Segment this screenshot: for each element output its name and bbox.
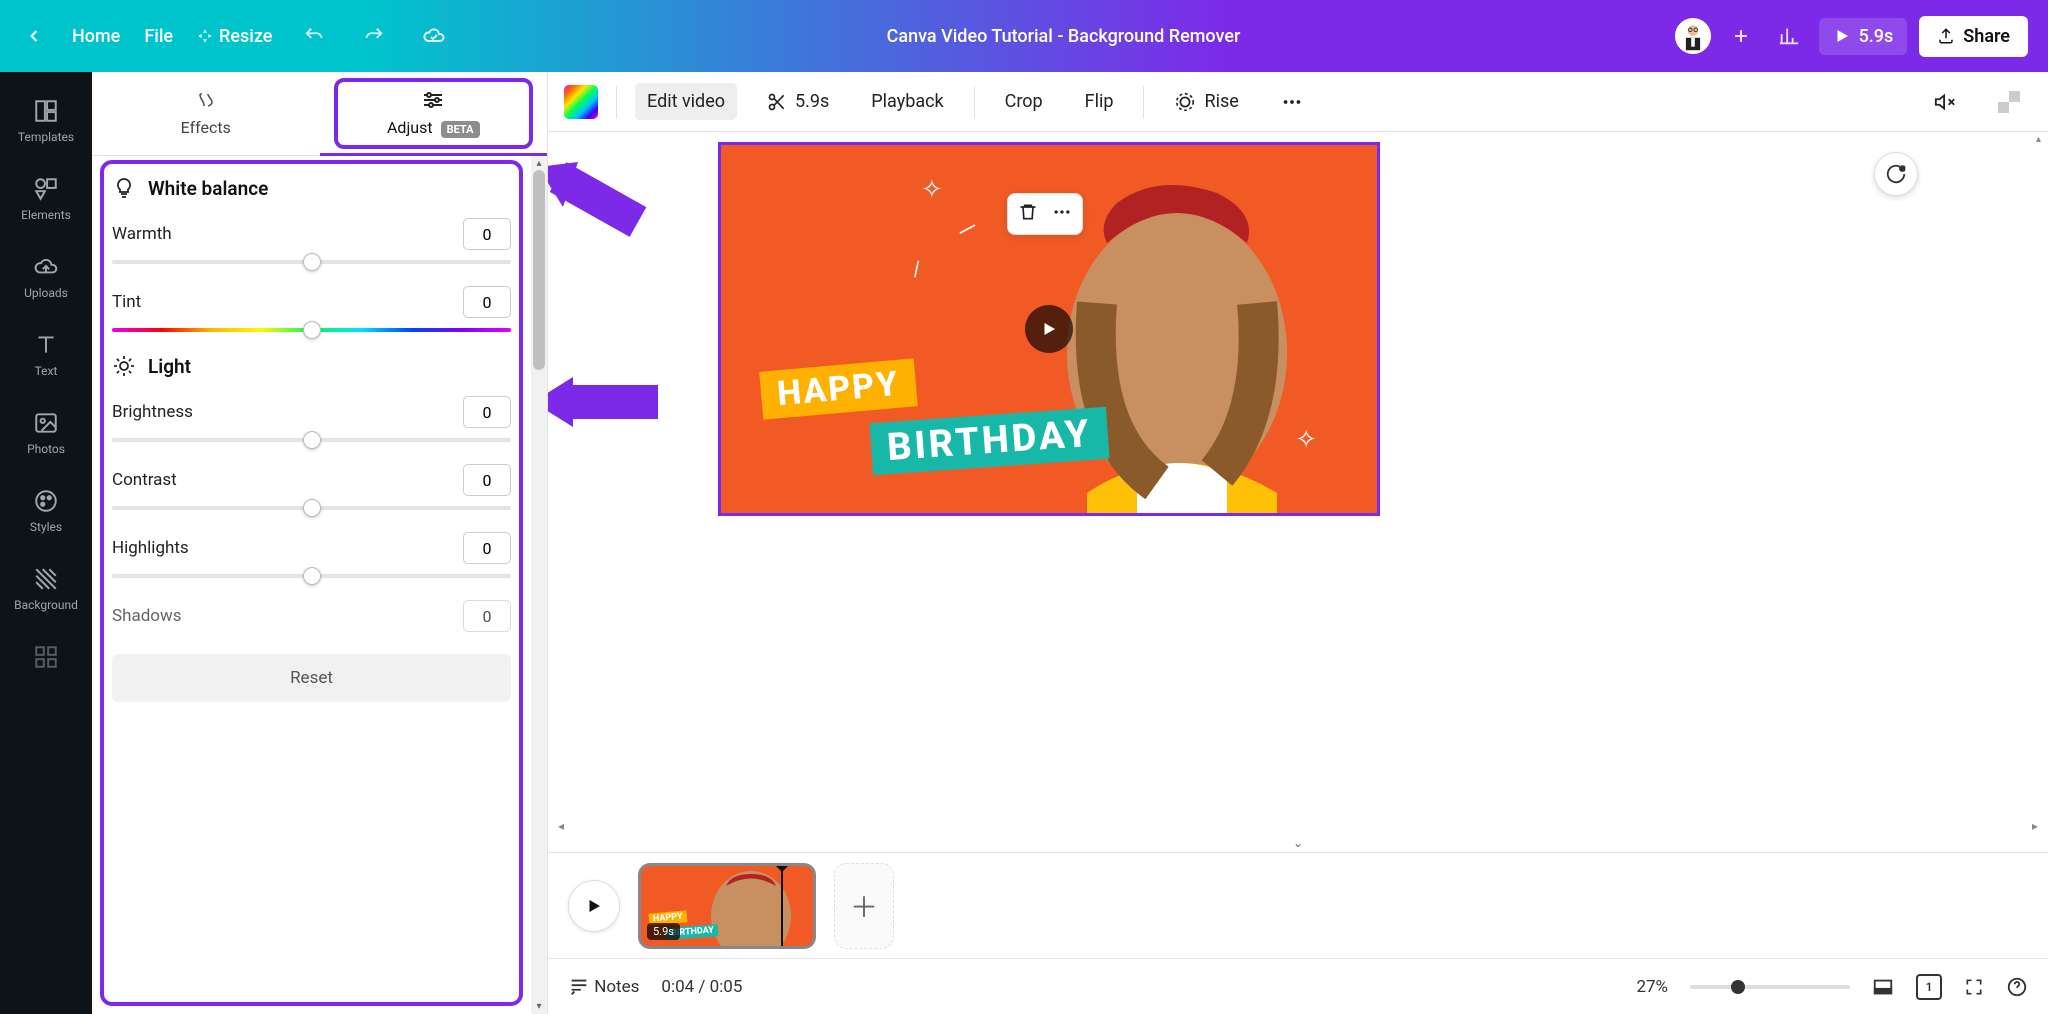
file-menu[interactable]: File xyxy=(144,26,173,47)
transparency-icon[interactable] xyxy=(1986,83,2032,121)
scroll-left-icon[interactable]: ◂ xyxy=(558,819,564,833)
top-menu-bar: Home File Resize Canva Video Tutorial - … xyxy=(0,0,2048,72)
nav-text[interactable]: Text xyxy=(0,318,92,392)
document-title[interactable]: Canva Video Tutorial - Background Remove… xyxy=(452,26,1674,47)
resize-menu[interactable]: Resize xyxy=(197,26,272,47)
panel-scrollbar[interactable]: ▴ ▾ xyxy=(531,156,547,1014)
edit-video-button[interactable]: Edit video xyxy=(635,83,737,120)
contrast-slider[interactable]: Contrast 0 xyxy=(112,464,511,510)
shadows-slider[interactable]: Shadows 0 xyxy=(112,600,511,632)
tint-slider[interactable]: Tint 0 xyxy=(112,286,511,332)
nav-uploads[interactable]: Uploads xyxy=(0,240,92,314)
grid-view-icon[interactable] xyxy=(1872,976,1894,998)
nav-styles[interactable]: Styles xyxy=(0,474,92,548)
beta-badge: BETA xyxy=(441,121,480,138)
home-menu[interactable]: Home xyxy=(72,26,120,47)
white-balance-header: White balance xyxy=(112,176,511,200)
status-bar: Notes 0:04 / 0:05 27% 1 xyxy=(548,958,2048,1014)
text-happy[interactable]: HAPPY xyxy=(759,358,917,419)
help-icon[interactable] xyxy=(2006,976,2028,998)
canvas-viewport[interactable]: ✧ ⁄ ⁄ ✧ ⁄ HAPPY BIRTHDAY xyxy=(548,132,2048,816)
reset-button[interactable]: Reset xyxy=(112,654,511,702)
playback-button[interactable]: Playback xyxy=(859,83,955,120)
svg-text:+: + xyxy=(1900,165,1905,175)
scissors-duration[interactable]: 5.9s xyxy=(755,83,841,120)
cloud-sync-icon[interactable] xyxy=(416,18,452,54)
adjust-panel: Effects Adjust BETA White balance Warmth xyxy=(92,72,548,1014)
back-arrow-icon[interactable] xyxy=(20,22,48,50)
user-avatar[interactable] xyxy=(1675,18,1711,54)
fullscreen-icon[interactable] xyxy=(1964,977,1984,997)
nav-background[interactable]: Background xyxy=(0,552,92,626)
flip-button[interactable]: Flip xyxy=(1073,83,1126,120)
shadows-value[interactable]: 0 xyxy=(463,600,511,632)
clip-duration-badge: 5.9s xyxy=(647,923,680,940)
add-page-button[interactable]: ＋ xyxy=(834,863,894,949)
undo-icon[interactable] xyxy=(296,18,332,54)
canvas-area: Edit video 5.9s Playback Crop Flip Rise xyxy=(548,72,2048,1014)
warmth-slider[interactable]: Warmth 0 xyxy=(112,218,511,264)
crop-button[interactable]: Crop xyxy=(993,83,1055,120)
tint-value[interactable]: 0 xyxy=(463,286,511,318)
contrast-value[interactable]: 0 xyxy=(463,464,511,496)
more-options-icon[interactable] xyxy=(1269,83,1315,121)
timeline-play-button[interactable] xyxy=(568,880,620,932)
highlights-value[interactable]: 0 xyxy=(463,532,511,564)
adjust-panel-body: White balance Warmth 0 Tint 0 xyxy=(92,156,531,1014)
color-picker-button[interactable] xyxy=(564,85,598,119)
regenerate-icon[interactable]: + xyxy=(1874,152,1918,196)
context-more-icon[interactable] xyxy=(1052,202,1072,226)
share-button[interactable]: Share xyxy=(1919,16,2028,57)
timeline-clip[interactable]: HAPPY BIRTHDAY 5.9s xyxy=(638,863,816,949)
add-collaborator-icon[interactable] xyxy=(1723,18,1759,54)
nav-photos[interactable]: Photos xyxy=(0,396,92,470)
warmth-value[interactable]: 0 xyxy=(463,218,511,250)
nav-elements[interactable]: Elements xyxy=(0,162,92,236)
analytics-icon[interactable] xyxy=(1771,18,1807,54)
redo-icon[interactable] xyxy=(356,18,392,54)
video-frame[interactable]: ✧ ⁄ ⁄ ✧ ⁄ HAPPY BIRTHDAY xyxy=(718,142,1380,516)
mute-icon[interactable] xyxy=(1922,83,1968,121)
light-header: Light xyxy=(112,354,511,378)
brightness-value[interactable]: 0 xyxy=(463,396,511,428)
scroll-right-icon[interactable]: ▸ xyxy=(2032,819,2038,833)
viewport-scrollbar[interactable]: ▴ xyxy=(2036,134,2046,145)
adjust-tab[interactable]: Adjust BETA xyxy=(320,72,548,155)
playback-time: 0:04 / 0:05 xyxy=(661,977,742,997)
playhead[interactable] xyxy=(781,866,783,946)
side-nav: Templates Elements Uploads Text Photos S… xyxy=(0,72,92,1014)
nav-more[interactable] xyxy=(0,630,92,684)
highlights-slider[interactable]: Highlights 0 xyxy=(112,532,511,578)
element-context-bar xyxy=(1007,193,1083,235)
animation-button[interactable]: Rise xyxy=(1162,83,1250,121)
notes-button[interactable]: Notes xyxy=(568,976,639,998)
brightness-slider[interactable]: Brightness 0 xyxy=(112,396,511,442)
play-overlay-icon[interactable] xyxy=(1025,305,1073,353)
delete-icon[interactable] xyxy=(1018,202,1038,226)
nav-templates[interactable]: Templates xyxy=(0,84,92,158)
effects-tab[interactable]: Effects xyxy=(92,72,320,155)
timeline: HAPPY BIRTHDAY 5.9s ＋ xyxy=(548,852,2048,958)
collapse-timeline-icon[interactable]: ⌄ xyxy=(548,836,2048,852)
page-number-badge[interactable]: 1 xyxy=(1916,974,1942,1000)
canvas-toolbar: Edit video 5.9s Playback Crop Flip Rise xyxy=(548,72,2048,132)
zoom-percent[interactable]: 27% xyxy=(1636,977,1668,997)
preview-play-button[interactable]: 5.9s xyxy=(1819,18,1908,55)
zoom-slider[interactable] xyxy=(1690,985,1850,989)
